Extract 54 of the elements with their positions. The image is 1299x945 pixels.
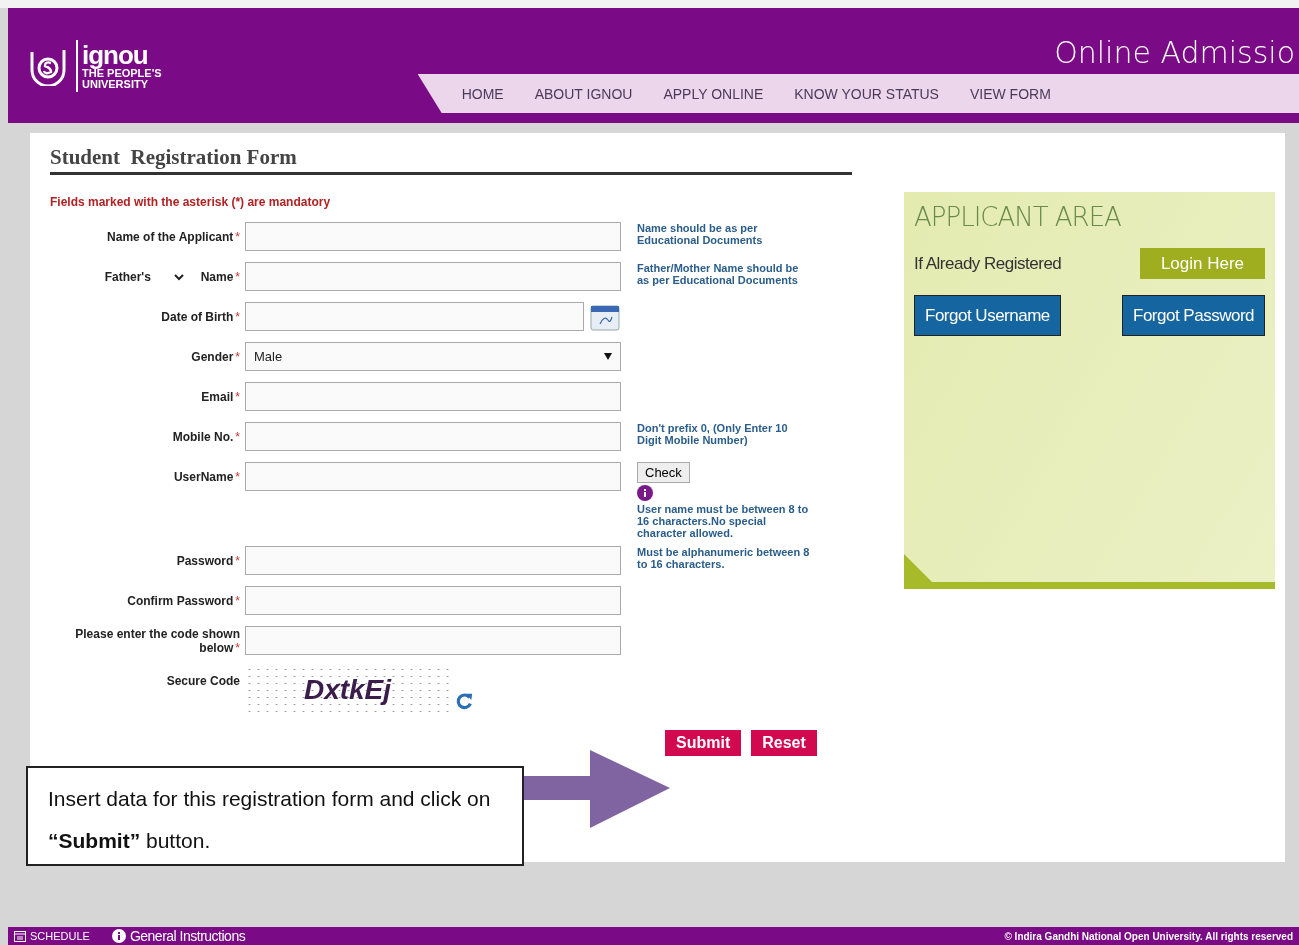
gender-dropdown[interactable]: Male <box>245 342 621 371</box>
field-label: Name * <box>200 269 240 284</box>
field-label: UserName * <box>173 469 240 484</box>
field-hint: Don't prefix 0, (Only Enter 10 Digit Mobile Number) <box>637 422 789 446</box>
input-field[interactable] <box>245 546 621 575</box>
field-hint: Must be alphanumeric between 8 to 16 characters. <box>637 546 811 570</box>
field-label: Secure Code <box>166 673 240 688</box>
copyright-text: © Indira Gandhi National Open University. All rights reserved <box>1004 930 1293 942</box>
field-label: Date of Birth * <box>161 309 240 324</box>
mandatory-note: Fields marked with the asterisk (*) are mandatory <box>50 195 332 209</box>
info-icon <box>637 485 653 501</box>
callout-text: Insert data for this registration form and click on “Submit” button. <box>48 787 491 852</box>
nav-link[interactable]: KNOW YOUR STATUS <box>794 85 939 102</box>
input-field[interactable] <box>245 262 621 291</box>
field-label: Mobile No. * <box>172 429 240 444</box>
site-title: Online Admissio <box>1054 36 1295 70</box>
calendar-icon[interactable] <box>590 302 620 331</box>
check-button[interactable]: Check <box>637 462 690 483</box>
nav-link[interactable]: VIEW FORM <box>969 85 1051 102</box>
forgot-button[interactable]: Forgot Username <box>914 295 1061 336</box>
footer-link[interactable]: SCHEDULE <box>14 930 90 942</box>
relation-dropdown[interactable]: Father's <box>100 268 187 285</box>
nav-link[interactable]: ABOUT IGNOU <box>534 85 633 102</box>
refresh-icon[interactable] <box>456 692 474 710</box>
nav-link[interactable]: HOME <box>461 85 504 102</box>
logo-wordmark: ignou <box>82 41 148 68</box>
input-field[interactable] <box>245 382 621 411</box>
input-field[interactable] <box>245 422 621 451</box>
field-label: Please enter the code shown below * <box>74 626 240 655</box>
input-field[interactable] <box>245 626 621 655</box>
input-field[interactable] <box>245 302 584 331</box>
nav-link[interactable]: APPLY ONLINE <box>663 85 764 102</box>
input-field[interactable] <box>245 586 621 615</box>
input-field[interactable] <box>245 222 621 251</box>
field-label: Email * <box>201 389 240 404</box>
caret-icon <box>604 353 612 360</box>
input-field[interactable] <box>245 462 621 491</box>
field-label: Password * <box>176 553 240 568</box>
field-hint: Father/Mother Name should be as per Educational Documents <box>637 262 800 286</box>
form-title: Student Registration Form <box>50 145 852 175</box>
login-prompt: If Already Registered <box>914 253 1062 274</box>
forgot-button[interactable]: Forgot Password <box>1122 295 1265 336</box>
form-button[interactable]: Reset <box>751 730 817 756</box>
field-hint: User name must be between 8 to 16 characters.No special character allowed. <box>637 503 810 539</box>
captcha-image: DxtkEj <box>245 666 450 714</box>
form-button[interactable]: Submit <box>665 730 742 756</box>
logo-tagline: UNIVERSITY <box>82 78 149 90</box>
calendar-icon <box>14 930 26 942</box>
field-hint: Name should be as per Educational Documents <box>637 222 764 246</box>
field-label: Confirm Password * <box>127 593 240 608</box>
footer-link[interactable]: General Instructions <box>111 928 246 944</box>
area-title: APPLICANT AREA <box>914 202 1122 232</box>
field-label: Name of the Applicant * <box>107 229 240 244</box>
field-label: Gender * <box>191 349 240 364</box>
